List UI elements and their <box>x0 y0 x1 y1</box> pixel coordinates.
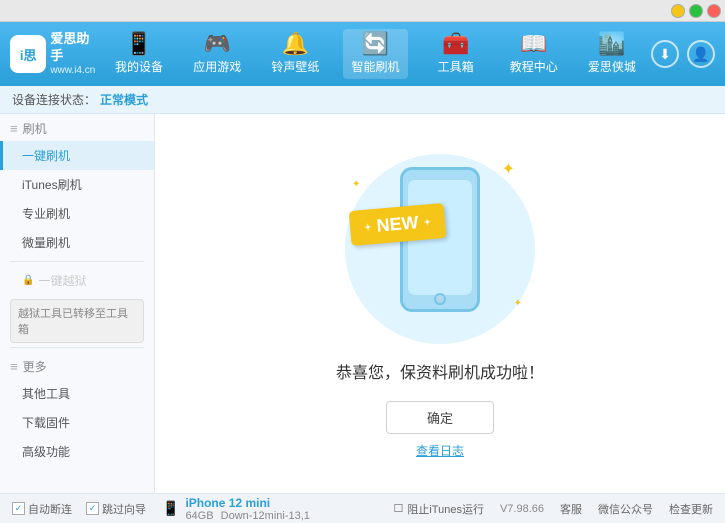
checkbox-skip-wizard[interactable]: ✓ 跳过向导 <box>86 501 146 517</box>
games-icon: 🎮 <box>204 33 231 55</box>
toolbox-icon: 🧰 <box>442 33 469 55</box>
header-actions: ⬇ 👤 <box>651 40 715 68</box>
confirm-button[interactable]: 确定 <box>386 401 494 434</box>
flash-icon: 🔄 <box>362 33 389 55</box>
city-icon: 🏙️ <box>598 33 625 55</box>
nav-apps-games[interactable]: 🎮 应用游戏 <box>187 33 247 75</box>
sidebar-divider-1 <box>10 261 144 262</box>
maximize-button[interactable] <box>689 4 703 18</box>
nav-tutorials[interactable]: 📖 教程中心 <box>504 33 564 75</box>
nav-ringtones[interactable]: 🔔 铃声壁纸 <box>265 33 325 75</box>
nav-my-device[interactable]: 📱 我的设备 <box>109 33 169 75</box>
success-illustration: ✦ NEW ✦ ✦ ✦ ✦ <box>340 149 540 349</box>
success-text: 恭喜您，保资料刷机成功啦！ <box>336 359 544 383</box>
sidebar-item-download-firmware[interactable]: 下载固件 <box>0 408 154 437</box>
sidebar-item-itunes-flash[interactable]: iTunes刷机 <box>0 170 154 199</box>
download-button[interactable]: ⬇ <box>651 40 679 68</box>
main-content: ✦ NEW ✦ ✦ ✦ ✦ 恭喜您，保资料刷机成功啦！ 确定 查看日志 <box>155 114 725 493</box>
nav-toolbox[interactable]: 🧰 工具箱 <box>426 33 486 75</box>
itunes-stop-area: ☐ 阻止iTunes运行 <box>393 501 483 517</box>
wechat-official-link[interactable]: 微信公众号 <box>598 501 653 517</box>
main-container: ≡ 刷机 一键刷机 iTunes刷机 专业刷机 微量刷机 🔒 一键越狱 越狱工具… <box>0 114 725 493</box>
nav-items: 📱 我的设备 🎮 应用游戏 🔔 铃声壁纸 🔄 智能刷机 🧰 工具箱 📖 教程中心… <box>100 29 651 79</box>
sidebar-item-pro-flash[interactable]: 专业刷机 <box>0 199 154 228</box>
bottom-left: ✓ 自动断连 ✓ 跳过向导 📱 iPhone 12 mini 64GB Down… <box>12 496 393 522</box>
logo-text: 爱思助手 www.i4.cn <box>50 31 100 78</box>
titlebar <box>0 0 725 22</box>
nav-fan-city[interactable]: 🏙️ 爱思侠城 <box>582 33 642 75</box>
bottom-bar: ✓ 自动断连 ✓ 跳过向导 📱 iPhone 12 mini 64GB Down… <box>0 493 725 523</box>
sidebar-item-micro-flash[interactable]: 微量刷机 <box>0 228 154 257</box>
sidebar-item-one-key-flash[interactable]: 一键刷机 <box>0 141 154 170</box>
checkbox-auto-disconnect-box[interactable]: ✓ <box>12 502 25 515</box>
sidebar-item-other-tools[interactable]: 其他工具 <box>0 379 154 408</box>
sidebar: ≡ 刷机 一键刷机 iTunes刷机 专业刷机 微量刷机 🔒 一键越狱 越狱工具… <box>0 114 155 493</box>
checkbox-auto-disconnect[interactable]: ✓ 自动断连 <box>12 501 72 517</box>
secondary-link[interactable]: 查看日志 <box>416 442 464 459</box>
tutorials-icon: 📖 <box>520 33 547 55</box>
logo-area: i思 爱思助手 www.i4.cn <box>10 31 100 78</box>
device-name: iPhone 12 mini <box>185 496 309 510</box>
status-bar: 设备连接状态： 正常模式 <box>0 86 725 114</box>
sidebar-item-advanced[interactable]: 高级功能 <box>0 437 154 466</box>
customer-service-link[interactable]: 客服 <box>560 501 582 517</box>
sparkle-icon-2: ✦ <box>352 179 360 190</box>
lock-icon: 🔒 <box>22 275 34 286</box>
header: i思 爱思助手 www.i4.cn 📱 我的设备 🎮 应用游戏 🔔 铃声壁纸 🔄… <box>0 22 725 86</box>
logo-icon: i思 <box>10 35 46 73</box>
more-section-icon: ≡ <box>10 359 18 374</box>
checkbox-skip-wizard-box[interactable]: ✓ <box>86 502 99 515</box>
user-button[interactable]: 👤 <box>687 40 715 68</box>
device-info: 📱 iPhone 12 mini 64GB Down-12mini-13,1 <box>162 496 310 522</box>
status-label: 设备连接状态： <box>12 91 96 108</box>
sidebar-jailbreak-notice: 越狱工具已转移至工具箱 <box>10 299 144 343</box>
nav-smart-flash[interactable]: 🔄 智能刷机 <box>343 29 407 79</box>
sidebar-section-flash: ≡ 刷机 <box>0 114 154 141</box>
sidebar-divider-2 <box>10 347 144 348</box>
check-update-link[interactable]: 检查更新 <box>669 501 713 517</box>
close-button[interactable] <box>707 4 721 18</box>
phone-icon: 📱 <box>125 33 152 55</box>
device-details: 64GB Down-12mini-13,1 <box>185 510 309 522</box>
sidebar-item-jailbreak: 🔒 一键越狱 <box>0 266 154 295</box>
phone-device-icon: 📱 <box>162 500 179 517</box>
flash-section-icon: ≡ <box>10 121 18 136</box>
status-value: 正常模式 <box>100 91 148 108</box>
ringtone-icon: 🔔 <box>282 33 309 55</box>
sparkle-icon-1: ✦ <box>502 159 515 179</box>
minimize-button[interactable] <box>671 4 685 18</box>
sparkle-icon-3: ✦ <box>514 298 522 309</box>
bottom-right: ☐ 阻止iTunes运行 V7.98.66 客服 微信公众号 检查更新 <box>393 501 713 517</box>
sidebar-section-more: ≡ 更多 <box>0 352 154 379</box>
itunes-checkbox[interactable]: ☐ <box>393 502 403 515</box>
version-label: V7.98.66 <box>500 503 544 515</box>
